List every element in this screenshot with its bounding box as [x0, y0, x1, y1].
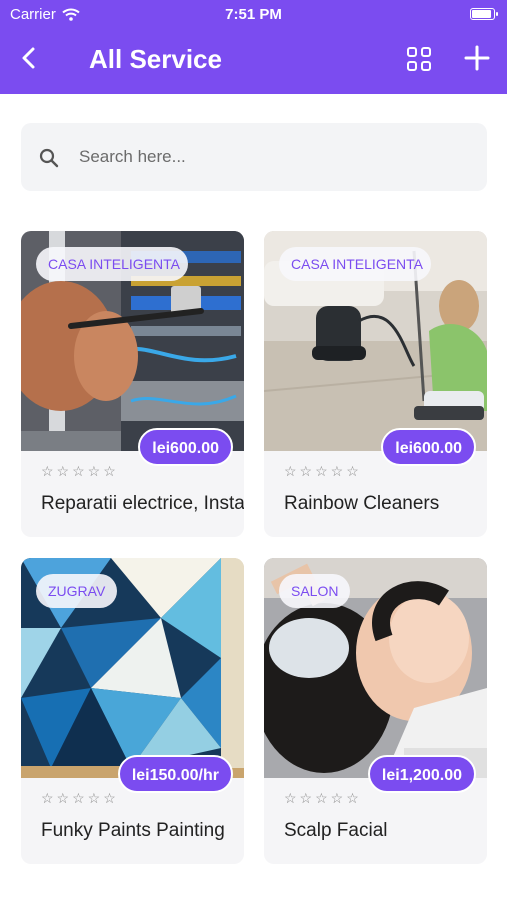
category-badge: ZUGRAV [36, 574, 118, 608]
search-input[interactable] [79, 137, 459, 177]
service-card[interactable]: ZUGRAV lei150.00/hr ☆☆☆☆☆ Funky Paints P… [21, 558, 244, 864]
app-header: Carrier 7:51 PM All Service [0, 0, 507, 94]
star-rating: ☆☆☆☆☆ [41, 790, 119, 806]
price-badge: lei150.00/hr [117, 755, 233, 793]
star-rating: ☆☆☆☆☆ [41, 463, 119, 479]
battery-icon [470, 8, 498, 20]
navigation-bar: All Service [0, 34, 507, 84]
search-icon [39, 148, 59, 168]
category-badge: SALON [279, 574, 351, 608]
service-name: Funky Paints Painting [41, 820, 225, 841]
service-card[interactable]: CASA INTELIGENTA lei600.00 ☆☆☆☆☆ Rainbow… [264, 231, 487, 537]
category-badge: CASA INTELIGENTA [279, 247, 431, 281]
star-rating: ☆☆☆☆☆ [284, 463, 362, 479]
page-title: All Service [89, 44, 222, 74]
service-card[interactable]: CASA INTELIGENTA lei600.00 ☆☆☆☆☆ Reparat… [21, 231, 244, 537]
service-name: Rainbow Cleaners [284, 493, 440, 514]
search-bar[interactable] [21, 123, 487, 191]
star-rating: ☆☆☆☆☆ [284, 790, 362, 806]
status-bar: Carrier 7:51 PM [0, 0, 507, 28]
status-time: 7:51 PM [225, 6, 282, 23]
back-arrow-icon[interactable] [14, 42, 46, 74]
service-name: Scalp Facial [284, 820, 388, 841]
plus-icon[interactable] [461, 42, 493, 74]
price-badge: lei1,200.00 [367, 755, 476, 793]
price-badge: lei600.00 [381, 428, 476, 466]
category-badge: CASA INTELIGENTA [36, 247, 188, 281]
service-card[interactable]: SALON lei1,200.00 ☆☆☆☆☆ Scalp Facial [264, 558, 487, 864]
price-badge: lei600.00 [138, 428, 233, 466]
grid-view-icon[interactable] [404, 44, 434, 74]
service-name: Reparatii electrice, Instalatii [41, 493, 244, 514]
